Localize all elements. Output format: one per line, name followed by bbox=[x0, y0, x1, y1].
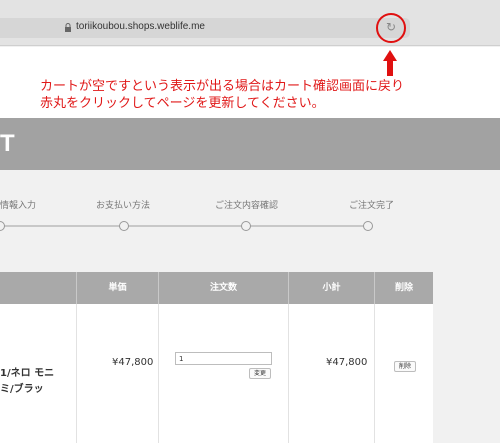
column-divider bbox=[76, 304, 77, 443]
arrow-up-icon bbox=[383, 50, 397, 76]
column-delete: 削除 bbox=[374, 272, 433, 304]
step-dot-payment bbox=[119, 221, 129, 231]
lock-icon bbox=[65, 23, 71, 32]
column-quantity: 注文数 bbox=[158, 272, 288, 304]
update-quantity-button[interactable]: 変更 bbox=[249, 368, 271, 379]
checkout-steps: 情報入力 お支払い方法 ご注文内容確認 ご注文完了 bbox=[0, 170, 500, 270]
step-label-complete: ご注文完了 bbox=[349, 201, 395, 211]
column-unit-price: 単価 bbox=[76, 272, 158, 304]
step-dot-complete bbox=[363, 221, 373, 231]
address-bar[interactable] bbox=[0, 18, 410, 38]
step-label-confirm: ご注文内容確認 bbox=[215, 201, 279, 211]
subtotal: ¥47,800 bbox=[326, 357, 368, 368]
url-text: toriikoubou.shops.weblife.me bbox=[76, 21, 205, 32]
cart-table-header: 単価 注文数 小計 削除 bbox=[0, 272, 433, 304]
step-progress-line bbox=[0, 225, 370, 227]
delete-button[interactable]: 削除 bbox=[394, 361, 416, 372]
column-divider bbox=[288, 304, 289, 443]
product-name-line-2: ミ/ブラッ bbox=[0, 384, 44, 395]
product-name-line-1: 1/ネロ モニ bbox=[0, 368, 55, 379]
annotation-line-1: カートが空ですという表示が出る場合はカート確認画面に戻り bbox=[40, 79, 405, 94]
step-dot-info bbox=[0, 221, 5, 231]
annotation-text: カートが空ですという表示が出る場合はカート確認画面に戻り 赤丸をクリックしてペー… bbox=[40, 78, 500, 112]
step-dot-confirm bbox=[241, 221, 251, 231]
column-subtotal: 小計 bbox=[288, 272, 374, 304]
page-header bbox=[0, 118, 500, 170]
step-label-payment: お支払い方法 bbox=[96, 201, 151, 211]
column-product bbox=[0, 272, 76, 304]
column-divider bbox=[158, 304, 159, 443]
step-label-info: 情報入力 bbox=[0, 201, 37, 211]
product-name[interactable]: 1/ネロ モニ ミ/ブラッ bbox=[0, 366, 54, 398]
column-divider bbox=[374, 304, 375, 443]
page-title-fragment: T bbox=[0, 130, 15, 157]
highlight-circle bbox=[376, 13, 406, 43]
table-row bbox=[0, 304, 433, 443]
quantity-input[interactable]: 1 bbox=[175, 352, 272, 365]
annotation-line-2: 赤丸をクリックしてページを更新してください。 bbox=[40, 96, 325, 111]
unit-price: ¥47,800 bbox=[112, 357, 154, 368]
